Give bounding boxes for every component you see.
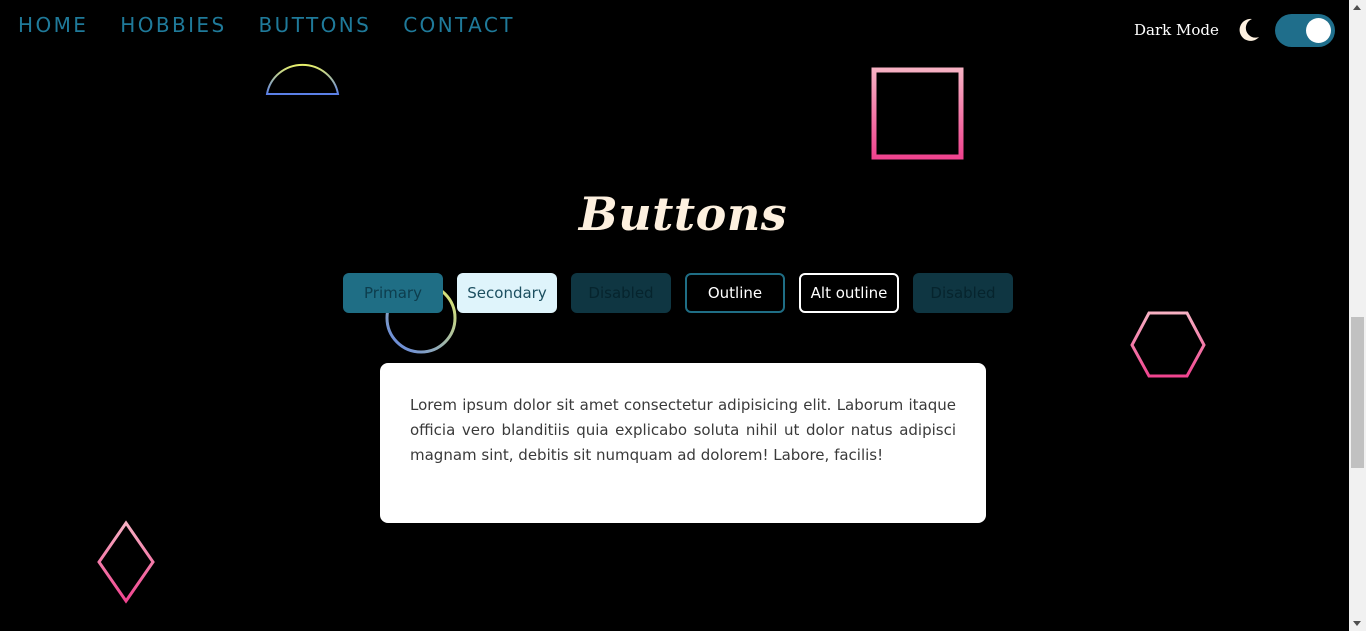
semicircle-shape xyxy=(265,63,340,95)
page-title: Buttons xyxy=(578,186,788,241)
secondary-button[interactable]: Secondary xyxy=(457,273,557,313)
scroll-down-icon[interactable] xyxy=(1353,621,1361,626)
primary-button[interactable]: Primary xyxy=(343,273,443,313)
nav-home-link[interactable]: HOME xyxy=(18,12,88,38)
outline-button[interactable]: Outline xyxy=(685,273,785,313)
disabled-button-2: Disabled xyxy=(913,273,1013,313)
hexagon-shape xyxy=(1130,311,1206,378)
dark-mode-control: Dark Mode xyxy=(1134,12,1335,48)
diamond-shape xyxy=(97,520,155,604)
page: HOME HOBBIES BUTTONS CONTACT Dark Mode B… xyxy=(0,0,1349,631)
moon-icon xyxy=(1239,18,1259,41)
main-nav: HOME HOBBIES BUTTONS CONTACT xyxy=(18,12,547,38)
scroll-thumb[interactable] xyxy=(1351,317,1364,468)
toggle-knob[interactable] xyxy=(1305,17,1331,43)
nav-hobbies-link[interactable]: HOBBIES xyxy=(120,12,226,38)
alt-outline-button[interactable]: Alt outline xyxy=(799,273,899,313)
square-shape xyxy=(871,67,964,160)
nav-contact-link[interactable]: CONTACT xyxy=(403,12,515,38)
text-card: Lorem ipsum dolor sit amet consectetur a… xyxy=(380,363,986,523)
scroll-up-icon[interactable] xyxy=(1353,5,1361,10)
card-text: Lorem ipsum dolor sit amet consectetur a… xyxy=(410,396,956,464)
vertical-scrollbar[interactable] xyxy=(1349,0,1366,631)
nav-buttons-link[interactable]: BUTTONS xyxy=(259,12,372,38)
button-row: Primary Secondary Disabled Outline Alt o… xyxy=(343,273,1027,313)
disabled-button: Disabled xyxy=(571,273,671,313)
dark-mode-toggle[interactable] xyxy=(1274,13,1335,47)
dark-mode-label: Dark Mode xyxy=(1134,21,1219,39)
